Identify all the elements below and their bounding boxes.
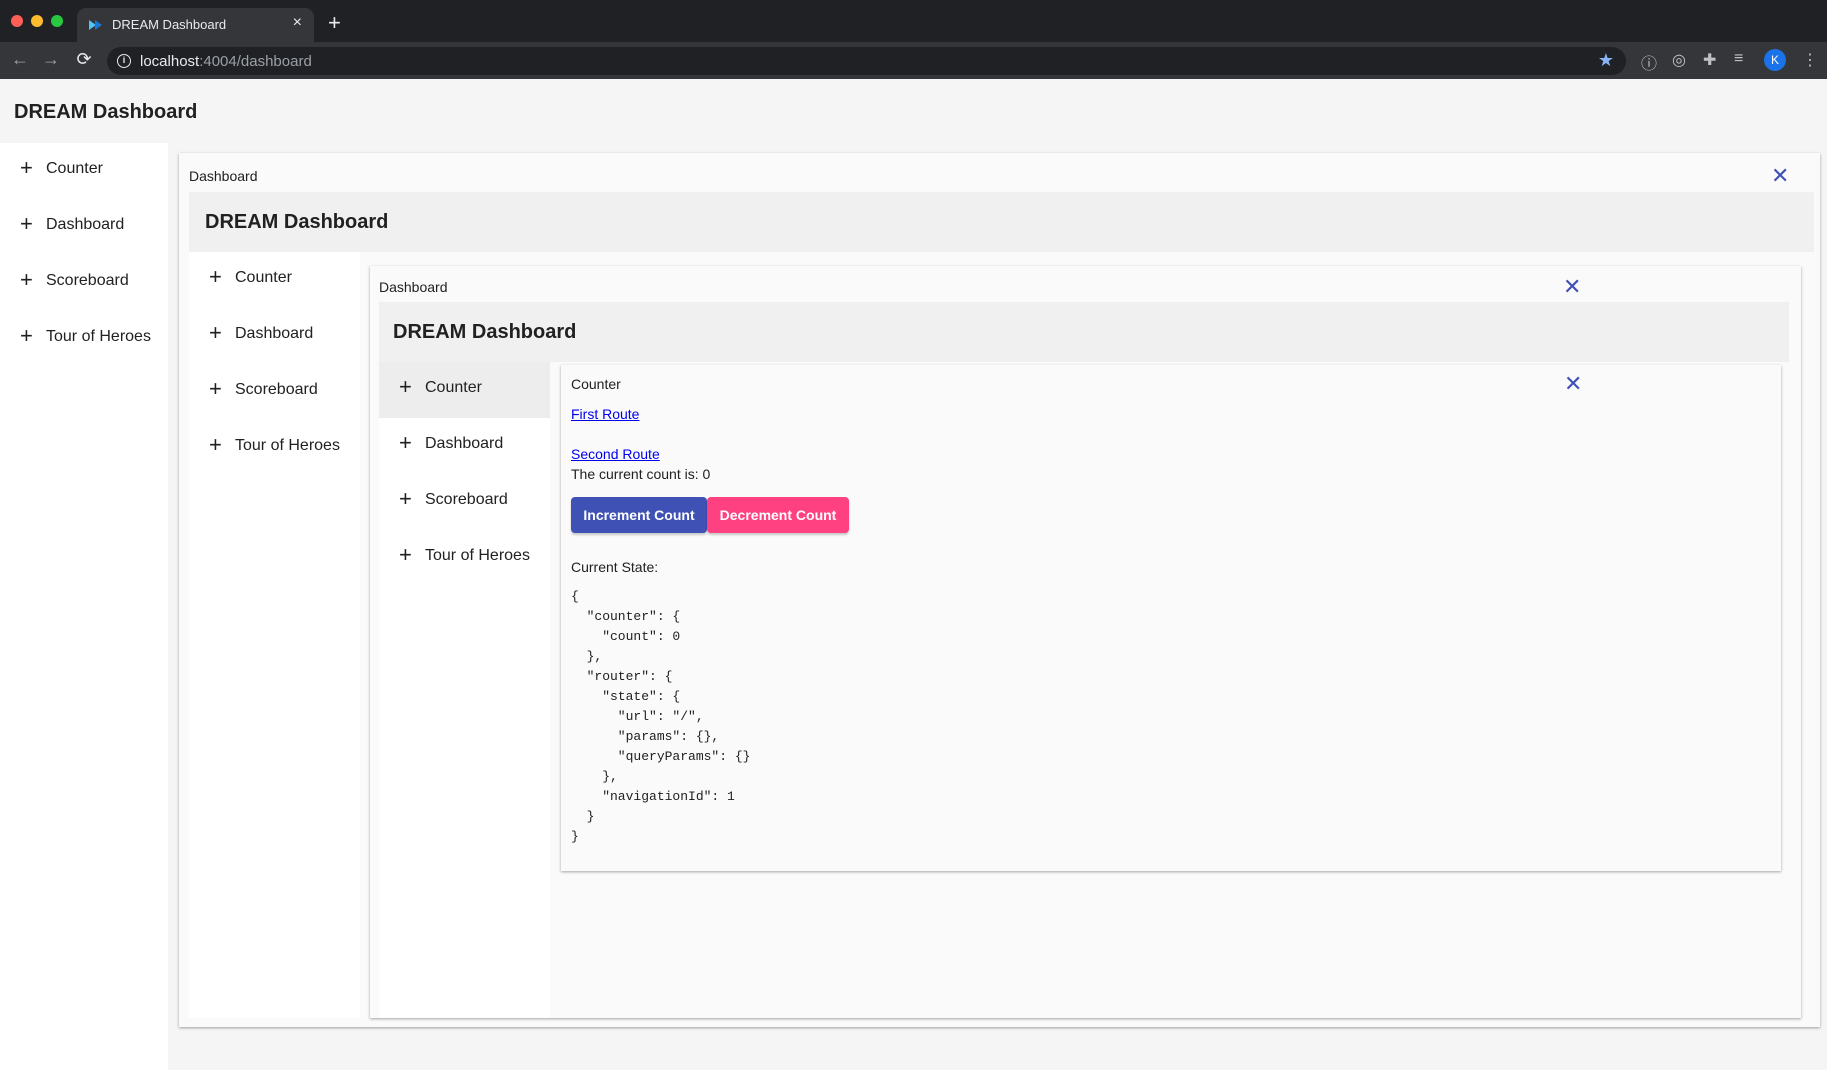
nav-label: Scoreboard [46,272,129,289]
minimize-window-button[interactable] [31,15,43,27]
plus-icon: + [209,432,222,457]
nav-label: Counter [46,160,103,177]
tab-title: DREAM Dashboard [112,17,227,32]
nav-label: Tour of Heroes [46,328,151,345]
avatar[interactable]: K [1764,49,1786,71]
app-header: DREAM Dashboard [0,79,1827,143]
forward-arrow-icon[interactable]: → [40,49,62,70]
dashboard-header: DREAM Dashboard [189,192,1814,252]
nav-item-counter[interactable]: + Counter [0,143,168,199]
menu-dots-icon[interactable]: ⋮ [1802,50,1818,70]
nested-sidenav: + Counter + Dashboard + Scoreboard + Tou… [189,252,360,1018]
plus-icon: + [20,267,33,292]
nav-item-tour-of-heroes[interactable]: + Tour of Heroes [189,420,360,476]
nav-label: Counter [425,379,482,396]
increment-button[interactable]: Increment Count [571,497,707,533]
plus-icon: + [399,486,412,511]
nav-item-scoreboard[interactable]: + Scoreboard [0,255,168,311]
card-label: Counter [571,376,621,392]
nav-label: Dashboard [425,435,504,452]
page: DREAM Dashboard + Counter + Dashboard + … [0,79,1827,1070]
plus-icon: + [399,430,412,455]
plus-icon: + [399,542,412,567]
extension-icon[interactable]: ◎ [1672,50,1686,70]
close-window-button[interactable] [11,15,23,27]
nav-label: Counter [235,269,292,286]
nav-item-counter[interactable]: + Counter [189,252,360,308]
nav-label: Scoreboard [235,381,318,398]
maximize-window-button[interactable] [51,15,63,27]
new-tab-button[interactable]: + [328,10,341,36]
nav-label: Tour of Heroes [235,437,340,454]
plus-icon: + [20,323,33,348]
extension-info-icon[interactable]: ⓘ [1641,50,1657,74]
nav-item-scoreboard[interactable]: + Scoreboard [379,474,550,530]
nav-label: Tour of Heroes [425,547,530,564]
back-arrow-icon[interactable]: ← [9,49,31,70]
reload-icon[interactable]: ⟳ [73,49,95,70]
count-text: The current count is: 0 [571,466,711,482]
nav-item-counter[interactable]: + Counter [379,362,550,418]
tab-close-icon[interactable]: × [293,14,302,32]
plus-icon: + [20,211,33,236]
plus-icon: + [20,155,33,180]
plus-icon: + [209,264,222,289]
state-label: Current State: [571,559,659,575]
nav-label: Dashboard [46,216,125,233]
favicon-icon [89,20,102,30]
decrement-button[interactable]: Decrement Count [707,497,849,533]
nav-item-tour-of-heroes[interactable]: + Tour of Heroes [0,311,168,367]
app-title: DREAM Dashboard [14,101,198,123]
dashboard-title: DREAM Dashboard [205,211,389,233]
state-json: { "counter": { "count": 0 }, "router": {… [571,589,751,844]
dashboard-title: DREAM Dashboard [393,321,577,343]
plus-icon: + [209,320,222,345]
nested-dashboard-card: Dashboard ✕ DREAM Dashboard + Counter + … [370,266,1801,1018]
nav-item-dashboard[interactable]: + Dashboard [189,308,360,364]
close-icon[interactable]: ✕ [1563,276,1581,298]
dashboard-card: Dashboard ✕ DREAM Dashboard + Counter + … [179,153,1820,1027]
close-icon[interactable]: ✕ [1771,165,1789,187]
sidenav: + Counter + Dashboard + Scoreboard + Tou… [0,143,168,1070]
plus-icon: + [399,374,412,399]
nav-item-tour-of-heroes[interactable]: + Tour of Heroes [379,530,550,586]
address-bar[interactable]: i localhost:4004/dashboard ★ [107,47,1626,75]
first-route-link[interactable]: First Route [571,406,639,422]
media-queue-icon[interactable]: ≡ [1734,50,1743,68]
dashboard-header: DREAM Dashboard [379,302,1789,362]
nav-item-scoreboard[interactable]: + Scoreboard [189,364,360,420]
nav-item-dashboard[interactable]: + Dashboard [0,199,168,255]
info-icon[interactable]: i [117,54,131,68]
browser-titlebar: DREAM Dashboard × + [0,0,1827,42]
bookmark-star-icon[interactable]: ★ [1598,50,1614,71]
nav-label: Dashboard [235,325,314,342]
browser-tab[interactable]: DREAM Dashboard × [77,8,314,42]
card-label: Dashboard [189,168,258,184]
close-icon[interactable]: ✕ [1564,373,1582,395]
second-route-link[interactable]: Second Route [571,446,660,462]
nav-label: Scoreboard [425,491,508,508]
nested-sidenav: + Counter + Dashboard + Scoreboard + Tou… [379,362,550,1018]
nav-item-dashboard[interactable]: + Dashboard [379,418,550,474]
counter-card: Counter ✕ First Route Second Route The c… [561,365,1781,871]
plus-icon: + [209,376,222,401]
browser-toolbar: ← → ⟳ i localhost:4004/dashboard ★ [0,42,1827,79]
puzzle-icon[interactable]: ✚ [1703,50,1716,70]
card-label: Dashboard [379,279,448,295]
url-text[interactable]: localhost:4004/dashboard [140,53,312,70]
